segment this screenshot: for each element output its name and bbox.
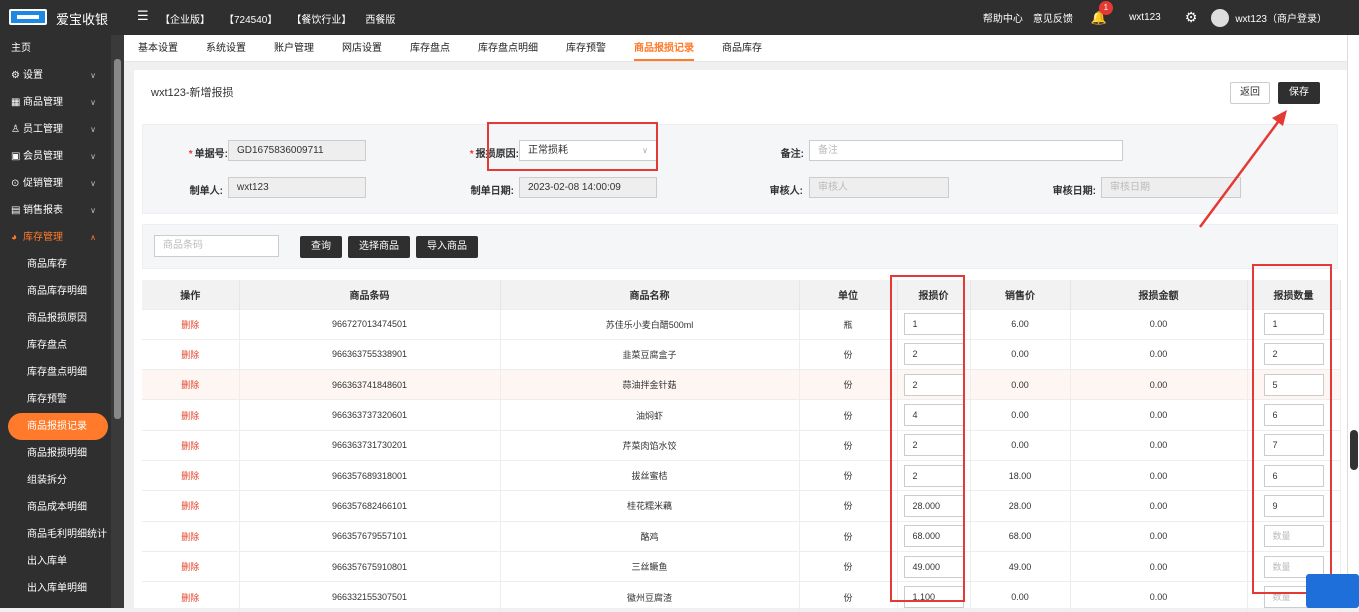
page-scrollbar[interactable] (1347, 35, 1359, 608)
keyboard-icon[interactable] (1306, 574, 1359, 608)
scrollbar-thumb[interactable] (1350, 430, 1358, 470)
annotation-arrow (1198, 110, 1287, 228)
